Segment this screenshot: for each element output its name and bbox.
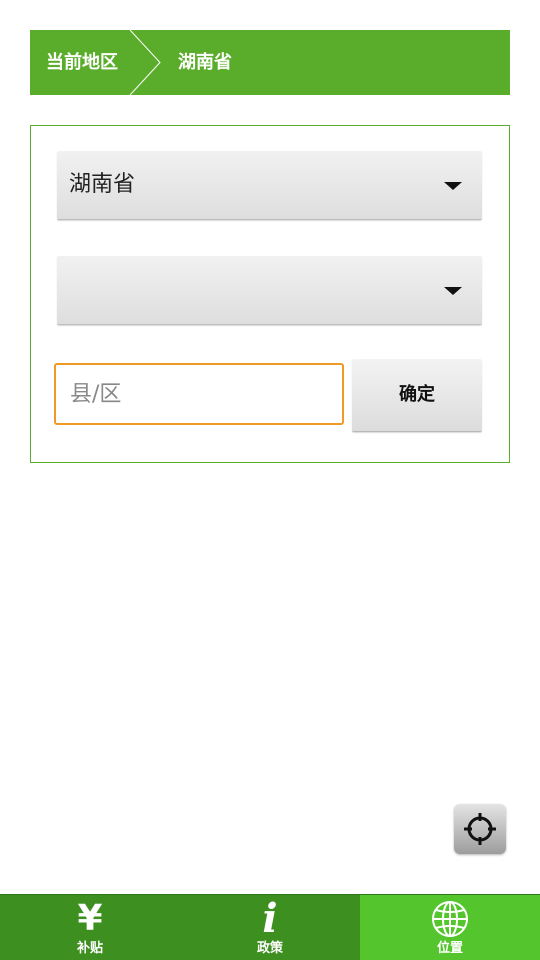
dropdown-arrow-icon — [444, 182, 462, 190]
breadcrumb-separator-chevron — [129, 30, 161, 95]
globe-icon — [360, 899, 540, 939]
breadcrumb: 当前地区 湖南省 — [30, 30, 510, 95]
tab-policy[interactable]: i 政策 — [180, 895, 360, 960]
confirm-button[interactable]: 确定 — [352, 359, 482, 432]
tab-subsidy-label: 补贴 — [76, 941, 103, 956]
tab-location[interactable]: 位置 — [360, 895, 540, 960]
tab-subsidy[interactable]: ¥ 补贴 — [0, 895, 180, 960]
province-select[interactable]: 湖南省 — [57, 151, 482, 220]
yen-icon: ¥ — [77, 898, 103, 939]
dropdown-arrow-icon — [444, 287, 462, 295]
province-select-value: 湖南省 — [69, 172, 136, 197]
locate-button[interactable] — [454, 804, 506, 854]
crosshair-icon — [464, 813, 496, 845]
info-icon: i — [262, 895, 278, 942]
tab-location-label: 位置 — [436, 941, 463, 956]
breadcrumb-current-label: 当前地区 — [46, 52, 118, 73]
breadcrumb-region-value: 湖南省 — [178, 52, 232, 73]
bottom-tab-bar: ¥ 补贴 i 政策 位置 — [0, 894, 540, 960]
county-input[interactable] — [54, 363, 344, 425]
city-select[interactable] — [57, 256, 482, 325]
region-selector-card: 湖南省 确定 — [30, 125, 510, 463]
tab-policy-label: 政策 — [256, 941, 283, 956]
